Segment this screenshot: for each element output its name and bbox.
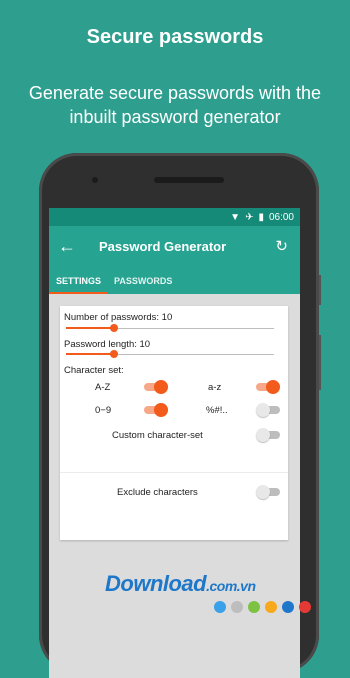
app-bar: ← Password Generator ↻ [49, 226, 300, 266]
charset-az-lower-label: a-z [208, 382, 222, 393]
watermark-dot [299, 601, 311, 613]
watermark-dot [282, 601, 294, 613]
charset-special-label: %#!.. [206, 405, 228, 416]
watermark-dots [214, 601, 311, 613]
charset-digits-switch[interactable] [144, 403, 168, 417]
airplane-icon: ✈ [245, 211, 254, 223]
charset-az-lower-switch[interactable] [256, 380, 280, 394]
headline: Secure passwords [86, 26, 264, 48]
password-length-label: Password length: 10 [64, 339, 151, 350]
settings-card: Number of passwords: 10 Password length:… [60, 306, 288, 540]
watermark-dot [265, 601, 277, 613]
charset-label: Character set: [64, 365, 124, 376]
app-title: Password Generator [99, 238, 227, 254]
charset-digits-label: 0−9 [95, 405, 112, 416]
charset-az-upper-label: A-Z [95, 382, 111, 393]
watermark-dot [231, 601, 243, 613]
charset-az-upper-switch[interactable] [144, 380, 168, 394]
tab-bar: SETTINGS PASSWORDS [49, 266, 300, 294]
watermark-dot [214, 601, 226, 613]
wifi-icon: ▼ [230, 211, 241, 223]
status-bar: ▼ ✈ ▮ 06:00 [49, 208, 300, 226]
exclude-characters-switch[interactable] [256, 485, 280, 499]
camera-icon [92, 177, 98, 183]
status-time: 06:00 [268, 211, 294, 223]
refresh-icon[interactable]: ↻ [275, 237, 288, 255]
password-length-thumb[interactable] [110, 350, 118, 358]
custom-charset-label: Custom character-set [112, 430, 203, 441]
charset-special-switch[interactable] [256, 403, 280, 417]
watermark-logo: Download.com.vn [105, 571, 256, 597]
watermark-dot [248, 601, 260, 613]
num-passwords-label: Number of passwords: 10 [64, 312, 173, 323]
exclude-characters-label: Exclude characters [117, 487, 198, 498]
arrow-back-icon[interactable]: ← [49, 236, 85, 257]
subline: Generate secure passwords with the inbui… [28, 83, 322, 127]
tab-settings[interactable]: SETTINGS [49, 276, 108, 294]
watermark-suffix: .com.vn [206, 578, 256, 594]
battery-icon: ▮ [258, 211, 264, 223]
num-passwords-thumb[interactable] [110, 324, 118, 332]
divider [60, 472, 288, 473]
speaker-grille [154, 177, 224, 183]
watermark-text: Download [105, 571, 207, 596]
tab-passwords[interactable]: PASSWORDS [107, 276, 178, 294]
custom-charset-switch[interactable] [256, 428, 280, 442]
